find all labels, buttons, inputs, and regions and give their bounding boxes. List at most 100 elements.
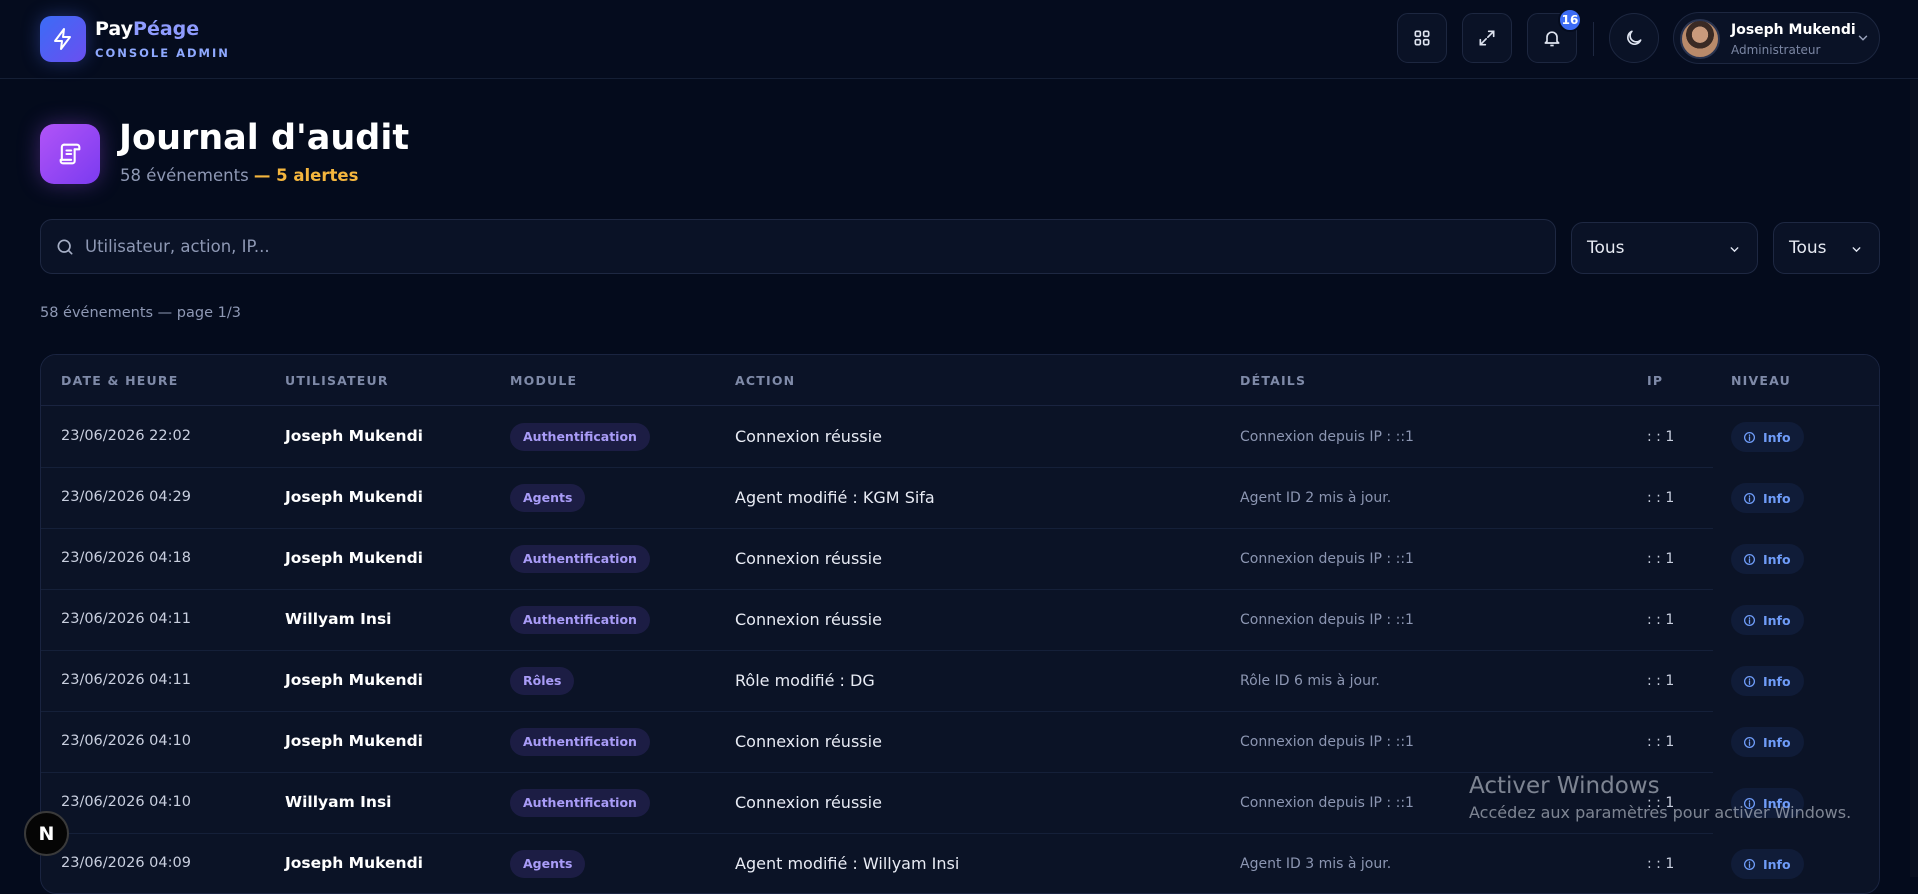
column-header-user[interactable]: UTILISATEUR [285, 373, 389, 388]
row-level-badge: Info [1731, 666, 1804, 696]
user-menu[interactable]: Joseph Mukendi Administrateur [1673, 12, 1880, 64]
fullscreen-button[interactable] [1462, 13, 1512, 63]
row-module-badge: Authentification [510, 545, 650, 573]
row-action: Connexion réussie [735, 732, 882, 751]
search-box[interactable] [40, 219, 1556, 274]
row-date: 23/06/2026 04:11 [61, 611, 191, 627]
row-action: Connexion réussie [735, 610, 882, 629]
brand-subtitle: CONSOLE ADMIN [95, 46, 230, 60]
row-ip: : : 1 [1647, 612, 1675, 628]
table-row[interactable]: 23/06/2026 04:29 Joseph Mukendi Agents Agen… [41, 468, 1879, 529]
row-date: 23/06/2026 04:29 [61, 489, 191, 505]
expand-icon [1479, 30, 1495, 46]
user-role: Administrateur [1731, 43, 1821, 57]
row-details: Connexion depuis IP : ::1 [1240, 429, 1414, 445]
row-action: Connexion réussie [735, 549, 882, 568]
page-scrollbar[interactable] [1910, 80, 1918, 877]
table-header: DATE & HEURE UTILISATEUR MODULE ACTION D… [41, 355, 1879, 406]
row-user: Joseph Mukendi [285, 732, 423, 750]
table-row[interactable]: 23/06/2026 22:02 Joseph Mukendi Authentifi… [41, 407, 1879, 468]
bolt-icon [54, 28, 71, 50]
row-details: Connexion depuis IP : ::1 [1240, 734, 1414, 750]
row-details: Connexion depuis IP : ::1 [1240, 612, 1414, 628]
info-circle-icon [1743, 614, 1756, 626]
results-count: 58 événements — page 1/3 [40, 305, 241, 321]
row-level-label: Info [1763, 490, 1791, 506]
row-ip: : : 1 [1647, 673, 1675, 689]
info-circle-icon [1743, 553, 1756, 565]
column-header-ip[interactable]: IP [1647, 373, 1663, 388]
brand-logo[interactable] [40, 16, 86, 62]
row-level-label: Info [1763, 429, 1791, 445]
moon-icon [1627, 30, 1642, 45]
page-title: Journal d'audit [119, 118, 410, 158]
topbar-divider [1593, 22, 1594, 56]
row-ip: : : 1 [1647, 551, 1675, 567]
info-circle-icon [1743, 858, 1756, 870]
column-header-details[interactable]: DÉTAILS [1240, 373, 1306, 388]
table-row[interactable]: 23/06/2026 04:10 Joseph Mukendi Authentifi… [41, 712, 1879, 773]
info-circle-icon [1743, 492, 1756, 504]
table-row[interactable]: 23/06/2026 04:18 Joseph Mukendi Authentifi… [41, 529, 1879, 590]
row-user: Joseph Mukendi [285, 427, 423, 445]
scroll-icon [59, 143, 81, 165]
notifications-button[interactable]: 16 [1527, 8, 1582, 63]
row-date: 23/06/2026 04:11 [61, 672, 191, 688]
row-user: Joseph Mukendi [285, 488, 423, 506]
filter-select-level[interactable]: Tous [1773, 222, 1880, 274]
filter-select-module[interactable]: Tous [1571, 222, 1758, 274]
theme-toggle-button[interactable] [1609, 13, 1659, 63]
row-date: 23/06/2026 22:02 [61, 428, 191, 444]
column-header-module[interactable]: MODULE [510, 373, 577, 388]
column-header-date[interactable]: DATE & HEURE [61, 373, 178, 388]
row-level-badge: Info [1731, 483, 1804, 513]
row-user: Joseph Mukendi [285, 549, 423, 567]
row-level-badge: Info [1731, 422, 1804, 452]
row-ip: : : 1 [1647, 734, 1675, 750]
table-row[interactable]: 23/06/2026 04:11 Joseph Mukendi Rôles Rôle … [41, 651, 1879, 712]
row-details: Agent ID 3 mis à jour. [1240, 856, 1392, 872]
brand-name-part1: Pay [95, 18, 134, 40]
watermark-title: Activer Windows [1469, 773, 1660, 799]
row-level-label: Info [1763, 612, 1791, 628]
row-details: Agent ID 2 mis à jour. [1240, 490, 1392, 506]
row-date: 23/06/2026 04:18 [61, 550, 191, 566]
grid-icon [1414, 30, 1430, 46]
row-level-badge: Info [1731, 605, 1804, 635]
search-input[interactable] [85, 220, 1525, 273]
alerts-count-text: — 5 alertes [253, 166, 359, 185]
row-ip: : : 1 [1647, 856, 1675, 872]
table-row[interactable]: 23/06/2026 04:11 Willyam Insi Authentifica… [41, 590, 1879, 651]
column-header-action[interactable]: ACTION [735, 373, 795, 388]
search-icon [57, 239, 73, 255]
info-circle-icon [1743, 675, 1756, 687]
row-date: 23/06/2026 04:10 [61, 794, 191, 810]
brand-name-part2: Péage [133, 18, 200, 40]
row-module-badge: Authentification [510, 423, 650, 451]
row-user: Joseph Mukendi [285, 671, 423, 689]
column-header-level[interactable]: NIVEAU [1731, 373, 1791, 388]
apps-button[interactable] [1397, 13, 1447, 63]
row-level-badge: Info [1731, 727, 1804, 757]
row-ip: : : 1 [1647, 490, 1675, 506]
brand-name: PayPéage [95, 18, 199, 40]
chevron-down-icon [1730, 247, 1739, 253]
row-ip: : : 1 [1647, 429, 1675, 445]
avatar [1680, 19, 1720, 59]
watermark-text: Accédez aux paramètres pour activer Wind… [1469, 803, 1852, 822]
row-level-label: Info [1763, 856, 1791, 872]
row-module-badge: Agents [510, 850, 586, 878]
row-level-label: Info [1763, 551, 1791, 567]
notification-count-badge: 16 [1558, 8, 1582, 32]
row-module-badge: Rôles [510, 667, 575, 695]
row-level-badge: Info [1731, 544, 1804, 574]
row-level-label: Info [1763, 673, 1791, 689]
row-action: Agent modifié : KGM Sifa [735, 488, 935, 507]
table-row[interactable]: 23/06/2026 04:09 Joseph Mukendi Agents Agen… [41, 834, 1879, 893]
row-level-label: Info [1763, 734, 1791, 750]
row-action: Connexion réussie [735, 793, 882, 812]
dev-tools-badge[interactable]: N [24, 811, 69, 856]
filter-select-module-value: Tous [1587, 238, 1625, 258]
row-details: Rôle ID 6 mis à jour. [1240, 673, 1380, 689]
info-circle-icon [1743, 736, 1756, 748]
